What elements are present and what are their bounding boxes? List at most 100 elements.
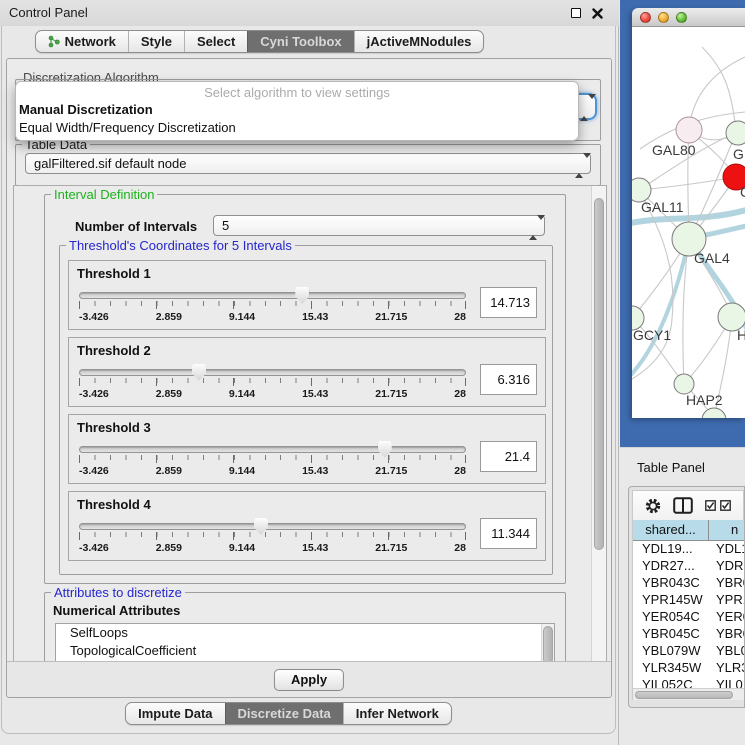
tab-jactivemnodules-label: jActiveMNodules bbox=[367, 31, 472, 52]
threshold-4-value-field[interactable]: 11.344 bbox=[480, 518, 537, 549]
tab-select[interactable]: Select bbox=[184, 31, 247, 52]
slider-tick-labels: -3.4262.8599.14415.4321.71528 bbox=[79, 465, 466, 477]
split-panel-icon[interactable] bbox=[673, 497, 693, 514]
table-row[interactable]: YBL079WYBL0 bbox=[633, 643, 744, 660]
tab-impute-data[interactable]: Impute Data bbox=[126, 703, 224, 724]
network-node-gal80[interactable] bbox=[676, 117, 702, 143]
scrollbar-thumb[interactable] bbox=[635, 691, 733, 699]
tab-cyni-toolbox[interactable]: Cyni Toolbox bbox=[247, 31, 353, 52]
checkbox-checked-icon[interactable] bbox=[705, 500, 716, 511]
threshold-2-slider[interactable]: -3.4262.8599.14415.4321.71528 bbox=[79, 362, 466, 400]
network-node-g[interactable] bbox=[726, 121, 745, 145]
network-window-titlebar bbox=[632, 8, 745, 27]
control-panel-window: Control Panel Network Style Select bbox=[0, 0, 619, 745]
tab-network[interactable]: Network bbox=[36, 31, 128, 52]
attributes-group-title: Attributes to discretize bbox=[51, 585, 185, 600]
threshold-1-label: Threshold 1 bbox=[77, 266, 151, 281]
threshold-1-slider[interactable]: -3.4262.8599.14415.4321.71528 bbox=[79, 285, 466, 323]
table-panel-title: Table Panel bbox=[637, 460, 705, 475]
numerical-attributes-list: SelfLoops TopologicalCoefficient Between… bbox=[55, 623, 555, 663]
threshold-3-value-field[interactable]: 21.4 bbox=[480, 441, 537, 472]
checkbox-checked-icon[interactable] bbox=[720, 500, 731, 511]
network-view-window: GAL80 G C GAL11 GAL4 GCY1 H HAP2 bbox=[632, 8, 745, 418]
table-horizontal-scrollbar[interactable] bbox=[633, 688, 744, 700]
apply-strip: Apply bbox=[7, 661, 611, 697]
network-node-hap2[interactable] bbox=[674, 374, 694, 394]
threshold-1-value-field[interactable]: 14.713 bbox=[480, 287, 537, 318]
minimize-traffic-light-icon[interactable] bbox=[658, 12, 669, 23]
node-label: GCY1 bbox=[633, 327, 671, 343]
network-icon bbox=[48, 35, 60, 48]
column-header-shared-name[interactable]: shared... bbox=[633, 520, 709, 541]
slider-track[interactable] bbox=[79, 523, 466, 530]
table-row[interactable]: YBR043CYBR0 bbox=[633, 575, 744, 592]
slider-tick-labels: -3.4262.8599.14415.4321.71528 bbox=[79, 311, 466, 323]
algorithm-dropdown-popup: Select algorithm to view settings Manual… bbox=[15, 81, 579, 141]
table-data-value: galFiltered.sif default node bbox=[34, 154, 186, 173]
threshold-2-value-field[interactable]: 6.316 bbox=[480, 364, 537, 395]
number-of-intervals-label: Number of Intervals bbox=[75, 219, 197, 234]
network-graph: GAL80 G C GAL11 GAL4 GCY1 H HAP2 bbox=[632, 27, 745, 418]
table-row[interactable]: YBR045CYBR0 bbox=[633, 626, 744, 643]
table-row[interactable]: YLR345WYLR3 bbox=[633, 660, 744, 677]
dropdown-option-manual[interactable]: Manual Discretization bbox=[19, 101, 578, 118]
settings-vertical-scrollbar[interactable] bbox=[591, 186, 606, 662]
slider-track[interactable] bbox=[79, 446, 466, 453]
scrollbar-thumb[interactable] bbox=[594, 198, 604, 550]
attributes-group: Attributes to discretize Numerical Attri… bbox=[44, 592, 566, 663]
threshold-3-slider[interactable]: -3.4262.8599.14415.4321.71528 bbox=[79, 439, 466, 477]
node-label: GAL11 bbox=[641, 199, 684, 215]
node-label: G bbox=[733, 146, 744, 162]
threshold-2-label: Threshold 2 bbox=[77, 343, 151, 358]
table-data-combobox[interactable]: galFiltered.sif default node bbox=[25, 153, 591, 174]
list-item[interactable]: SelfLoops bbox=[56, 624, 554, 642]
table-header-row: shared... n bbox=[633, 520, 744, 541]
close-traffic-light-icon[interactable] bbox=[640, 12, 651, 23]
tab-infer-network-label: Infer Network bbox=[356, 703, 439, 724]
table-row[interactable]: YDR27...YDR2 bbox=[633, 558, 744, 575]
tab-style[interactable]: Style bbox=[128, 31, 184, 52]
float-window-icon[interactable] bbox=[571, 8, 581, 18]
apply-button[interactable]: Apply bbox=[274, 669, 344, 691]
network-canvas[interactable]: GAL80 G C GAL11 GAL4 GCY1 H HAP2 bbox=[632, 27, 745, 418]
bottom-tabstrip: Impute Data Discretize Data Infer Networ… bbox=[0, 702, 619, 725]
tab-infer-network[interactable]: Infer Network bbox=[343, 703, 451, 724]
combo-arrows-icon bbox=[580, 99, 588, 111]
node-label: HAP2 bbox=[686, 392, 723, 408]
table-row[interactable]: YER054CYER0 bbox=[633, 609, 744, 626]
tab-discretize-data[interactable]: Discretize Data bbox=[225, 703, 343, 724]
combo-arrows-icon bbox=[529, 220, 537, 232]
tab-network-label: Network bbox=[65, 31, 116, 52]
threshold-2-box: Threshold 2 -3.4262.8599.14415.4321.7152… bbox=[68, 337, 546, 407]
number-of-intervals-value: 5 bbox=[222, 216, 229, 235]
dropdown-hint: Select algorithm to view settings bbox=[16, 85, 578, 100]
slider-tick-labels: -3.4262.8599.14415.4321.71528 bbox=[79, 542, 466, 554]
thresholds-group-title: Threshold's Coordinates for 5 Intervals bbox=[66, 238, 295, 253]
slider-track[interactable] bbox=[79, 369, 466, 376]
column-header-name[interactable]: n bbox=[709, 520, 744, 541]
gear-icon[interactable] bbox=[645, 498, 661, 514]
dropdown-option-equal-width[interactable]: Equal Width/Frequency Discretization bbox=[19, 119, 578, 136]
threshold-3-label: Threshold 3 bbox=[77, 420, 151, 435]
node-label: GAL80 bbox=[652, 142, 696, 158]
top-tabstrip: Network Style Select Cyni Toolbox jActiv… bbox=[0, 30, 619, 53]
threshold-4-slider[interactable]: -3.4262.8599.14415.4321.71528 bbox=[79, 516, 466, 554]
control-panel-titlebar: Control Panel bbox=[0, 0, 619, 26]
tab-style-label: Style bbox=[141, 31, 172, 52]
close-icon[interactable] bbox=[592, 8, 603, 19]
node-label: H bbox=[737, 327, 745, 343]
list-item[interactable]: TopologicalCoefficient bbox=[56, 642, 554, 660]
combo-arrows-icon bbox=[575, 158, 583, 170]
numerical-attributes-heading: Numerical Attributes bbox=[53, 603, 180, 618]
network-node-partial[interactable] bbox=[702, 408, 726, 418]
slider-track[interactable] bbox=[79, 292, 466, 299]
attributes-list-scrollbar[interactable] bbox=[541, 624, 554, 663]
screen: Control Panel Network Style Select bbox=[0, 0, 745, 745]
zoom-traffic-light-icon[interactable] bbox=[676, 12, 687, 23]
table-row[interactable]: YDL19...YDL1 bbox=[633, 541, 744, 558]
tab-jactivemnodules[interactable]: jActiveMNodules bbox=[354, 31, 484, 52]
number-of-intervals-combobox[interactable]: 5 bbox=[213, 215, 545, 236]
panel-title: Control Panel bbox=[9, 0, 88, 26]
table-row[interactable]: YIL052CYIL0 bbox=[633, 677, 744, 688]
table-row[interactable]: YPR145WYPR1 bbox=[633, 592, 744, 609]
